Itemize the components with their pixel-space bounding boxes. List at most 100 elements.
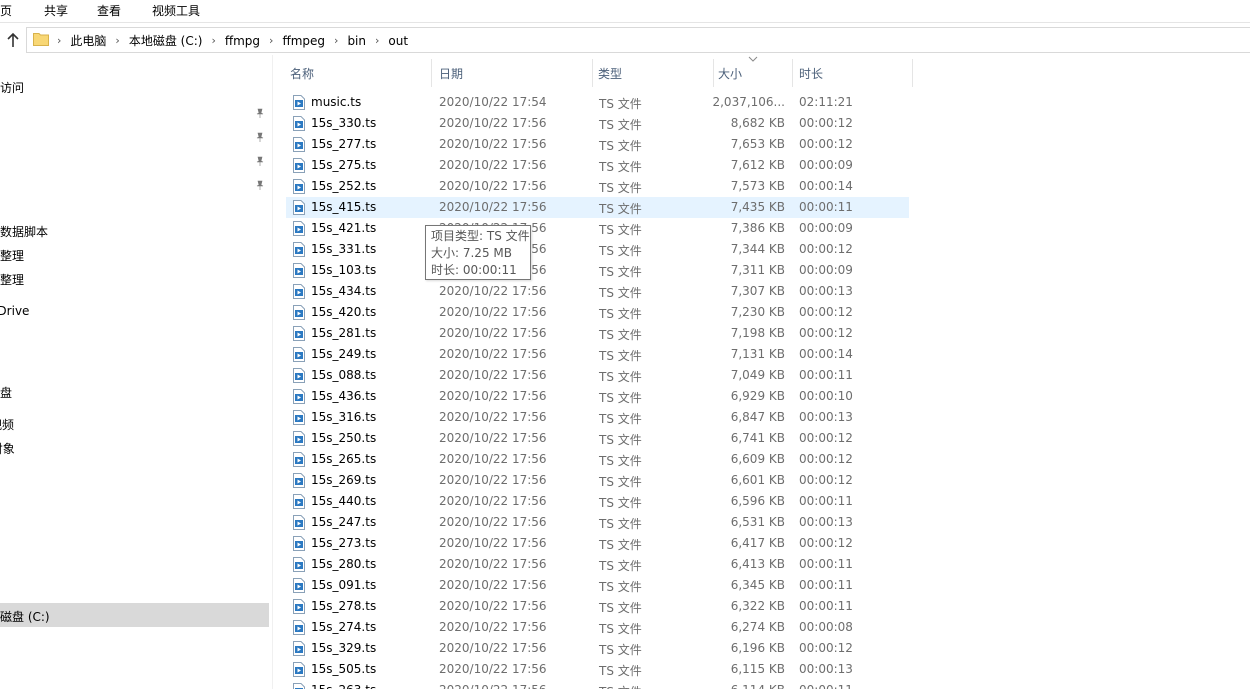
file-size: 6,417 KB [730, 536, 785, 550]
table-row[interactable]: 15s_265.ts 2020/10/22 17:56 TS 文件 6,609 KB 0… [286, 449, 909, 470]
file-size: 7,230 KB [730, 305, 785, 319]
file-duration: 00:00:11 [799, 200, 853, 214]
nav-item-onedrive[interactable]: OneDrive [0, 304, 29, 318]
table-row[interactable]: 15s_091.ts 2020/10/22 17:56 TS 文件 6,345 KB 0… [286, 575, 909, 596]
column-header-type[interactable]: 类型 [598, 65, 622, 82]
nav-item-videos[interactable]: 视频 [0, 416, 14, 433]
pin-icon[interactable] [255, 131, 265, 142]
file-size: 7,386 KB [730, 221, 785, 235]
column-header-size[interactable]: 大小 [718, 65, 742, 82]
table-row[interactable]: 15s_316.ts 2020/10/22 17:56 TS 文件 6,847 KB 0… [286, 407, 909, 428]
table-row[interactable]: 15s_331.ts2020/10/22 17:56TS 文件7,344 KB0… [286, 239, 909, 260]
file-date: 2020/10/22 17:56 [439, 179, 547, 193]
table-row[interactable]: 15s_278.ts 2020/10/22 17:56 TS 文件 6,322 KB 0… [286, 596, 909, 617]
column-divider[interactable] [431, 59, 432, 87]
column-divider[interactable] [792, 59, 793, 87]
column-divider[interactable] [713, 59, 714, 87]
up-arrow-icon[interactable] [4, 31, 22, 49]
chevron-right-icon[interactable]: › [115, 34, 119, 47]
table-row[interactable]: 15s_415.ts 2020/10/22 17:56 TS 文件 7,435 KB 0… [286, 197, 909, 218]
file-size: 2,037,106... [712, 95, 785, 109]
pin-icon[interactable] [255, 107, 265, 118]
nav-item-quick-access[interactable]: 快速访问 [0, 79, 24, 96]
column-header-duration[interactable]: 时长 [799, 65, 823, 82]
tab-home[interactable]: 主页 [0, 2, 12, 19]
file-date: 2020/10/22 17:56 [439, 515, 547, 529]
table-row[interactable]: 15s_277.ts 2020/10/22 17:56 TS 文件 7,653 KB 0… [286, 134, 909, 155]
table-row[interactable]: 15s_434.ts 2020/10/22 17:56 TS 文件 7,307 KB 0… [286, 281, 909, 302]
table-row[interactable]: 15s_103.ts2020/10/22 17:56TS 文件7,311 KB0… [286, 260, 909, 281]
column-divider[interactable] [912, 59, 913, 87]
address-bar[interactable]: › 此电脑 › 本地磁盘 (C:) › ffmpg › ffmpeg › bin… [26, 27, 1250, 53]
chevron-right-icon[interactable]: › [269, 34, 273, 47]
file-name: 15s_278.ts [311, 599, 377, 613]
file-date: 2020/10/22 17:56 [439, 578, 547, 592]
column-header-date[interactable]: 日期 [439, 65, 463, 82]
nav-item-data-script[interactable]: 可视化数据脚本 [0, 223, 48, 240]
file-name: 15s_280.ts [311, 557, 377, 571]
column-divider[interactable] [592, 59, 593, 87]
file-size: 6,609 KB [730, 452, 785, 466]
file-name: 15s_316.ts [311, 410, 377, 424]
chevron-right-icon[interactable]: › [211, 34, 215, 47]
table-row[interactable]: 15s_281.ts 2020/10/22 17:56 TS 文件 7,198 KB 0… [286, 323, 909, 344]
file-type: TS 文件 [599, 181, 642, 195]
nav-item-baidu-disk[interactable]: 百度网盘 [0, 384, 12, 401]
tab-share[interactable]: 共享 [44, 2, 68, 19]
ts-file-icon [293, 284, 305, 299]
table-row[interactable]: 15s_263.ts 2020/10/22 17:56 TS 文件 6,114 KB 0… [286, 680, 909, 689]
table-row[interactable]: 15s_275.ts 2020/10/22 17:56 TS 文件 7,612 KB 0… [286, 155, 909, 176]
table-row[interactable]: 15s_269.ts 2020/10/22 17:56 TS 文件 6,601 KB 0… [286, 470, 909, 491]
table-row[interactable]: 15s_273.ts 2020/10/22 17:56 TS 文件 6,417 KB 0… [286, 533, 909, 554]
table-row[interactable]: 15s_280.ts 2020/10/22 17:56 TS 文件 6,413 KB 0… [286, 554, 909, 575]
file-date: 2020/10/22 17:56 [439, 305, 547, 319]
table-row[interactable]: 15s_274.ts 2020/10/22 17:56 TS 文件 6,274 KB 0… [286, 617, 909, 638]
nav-item-organize-1[interactable]: 资料整理 [0, 247, 24, 264]
table-row[interactable]: 15s_329.ts 2020/10/22 17:56 TS 文件 6,196 KB 0… [286, 638, 909, 659]
tab-view[interactable]: 查看 [97, 2, 121, 19]
file-date: 2020/10/22 17:56 [439, 200, 547, 214]
nav-item-3d-objects[interactable]: 3D 对象 [0, 440, 15, 457]
breadcrumb-ffmpeg[interactable]: ffmpeg [282, 34, 325, 48]
file-date: 2020/10/22 17:56 [439, 620, 547, 634]
nav-item-local-disk-c[interactable]: 本地磁盘 (C:) [0, 608, 50, 625]
ts-file-icon [293, 536, 305, 551]
table-row[interactable]: 15s_436.ts 2020/10/22 17:56 TS 文件 6,929 KB 0… [286, 386, 909, 407]
nav-item-organize-2[interactable]: 资料整理 [0, 271, 24, 288]
breadcrumb-this-pc[interactable]: 此电脑 [70, 32, 106, 49]
pin-icon[interactable] [255, 179, 265, 190]
table-row[interactable]: 15s_421.ts2020/10/22 17:56TS 文件7,386 KB0… [286, 218, 909, 239]
file-date: 2020/10/22 17:56 [439, 368, 547, 382]
table-row[interactable]: 15s_088.ts 2020/10/22 17:56 TS 文件 7,049 KB 0… [286, 365, 909, 386]
table-row[interactable]: 15s_330.ts 2020/10/22 17:56 TS 文件 8,682 KB 0… [286, 113, 909, 134]
table-row[interactable]: 15s_249.ts 2020/10/22 17:56 TS 文件 7,131 KB 0… [286, 344, 909, 365]
breadcrumb-ffmpg[interactable]: ffmpg [225, 34, 260, 48]
file-duration: 00:00:09 [799, 263, 853, 277]
file-date: 2020/10/22 17:56 [439, 599, 547, 613]
file-type: TS 文件 [599, 683, 642, 689]
table-row[interactable]: 15s_247.ts 2020/10/22 17:56 TS 文件 6,531 KB 0… [286, 512, 909, 533]
chevron-right-icon[interactable]: › [334, 34, 338, 47]
table-row[interactable]: 15s_250.ts 2020/10/22 17:56 TS 文件 6,741 KB 0… [286, 428, 909, 449]
tab-video-tools[interactable]: 视频工具 [152, 2, 200, 19]
table-row[interactable]: music.ts 2020/10/22 17:54 TS 文件 2,037,106..… [286, 92, 909, 113]
file-duration: 00:00:11 [799, 599, 853, 613]
file-name: 15s_274.ts [311, 620, 377, 634]
file-duration: 00:00:12 [799, 116, 853, 130]
chevron-right-icon[interactable]: › [57, 34, 61, 47]
table-row[interactable]: 15s_420.ts 2020/10/22 17:56 TS 文件 7,230 KB 0… [286, 302, 909, 323]
pin-icon[interactable] [255, 155, 265, 166]
file-size: 6,345 KB [730, 578, 785, 592]
file-duration: 00:00:14 [799, 347, 853, 361]
breadcrumb-bin[interactable]: bin [347, 34, 366, 48]
column-header-name[interactable]: 名称 [290, 65, 314, 82]
chevron-right-icon[interactable]: › [375, 34, 379, 47]
breadcrumb-local-disk[interactable]: 本地磁盘 (C:) [129, 32, 203, 49]
file-size: 7,653 KB [730, 137, 785, 151]
breadcrumb-out[interactable]: out [388, 34, 408, 48]
table-row[interactable]: 15s_505.ts 2020/10/22 17:56 TS 文件 6,115 KB 0… [286, 659, 909, 680]
table-row[interactable]: 15s_440.ts 2020/10/22 17:56 TS 文件 6,596 KB 0… [286, 491, 909, 512]
file-size: 7,311 KB [730, 263, 785, 277]
table-row[interactable]: 15s_252.ts 2020/10/22 17:56 TS 文件 7,573 KB 0… [286, 176, 909, 197]
file-type: TS 文件 [599, 475, 642, 489]
